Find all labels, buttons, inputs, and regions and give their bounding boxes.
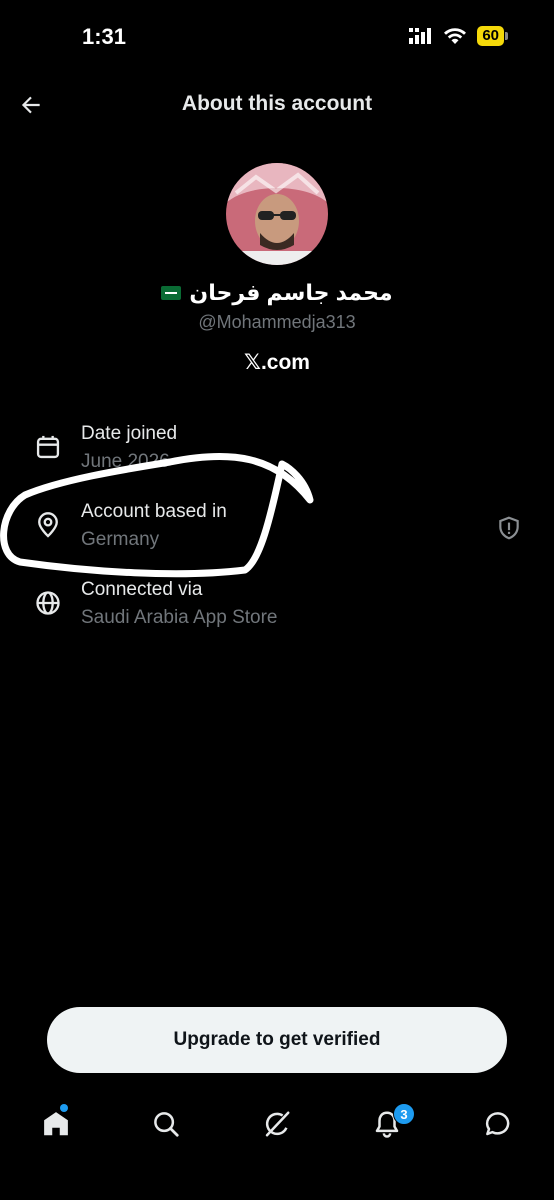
tab-messages[interactable] [480,1106,516,1142]
account-based-in-row: Account based in Germany [32,501,522,561]
notifications-badge: 3 [393,1103,415,1125]
home-unread-dot [60,1104,68,1112]
location-pin-icon [38,512,58,538]
search-icon [154,1112,179,1137]
connected-via-label: Connected via [81,579,203,600]
username-handle: @Mohammedja313 [198,312,356,332]
platform-domain: 𝕏.com [244,351,310,374]
globe-icon [36,591,60,615]
battery-indicator: 60 [477,26,508,46]
home-icon [44,1112,68,1136]
messages-icon [485,1112,510,1136]
page-title: About this account [181,92,373,115]
battery-cap [505,32,508,40]
tab-home[interactable] [38,1106,74,1142]
status-time: 1:31 [82,24,127,49]
display-name: محمد جاسم فرحان [189,280,393,305]
date-joined-value: June 2026 [81,451,170,472]
display-name-row: محمد جاسم فرحان [0,280,554,306]
shield-alert-icon[interactable] [496,515,522,541]
upgrade-verified-button[interactable]: Upgrade to get verified [47,1007,507,1073]
cellular-signal-icon [409,28,432,44]
avatar-image [226,163,328,265]
battery-level: 60 [477,26,504,46]
status-indicators: 60 [409,26,508,46]
date-joined-label: Date joined [81,423,178,444]
account-based-in-value: Germany [81,529,160,550]
calendar-icon [36,435,60,459]
grok-icon [265,1111,290,1137]
connected-via-row: Connected via Saudi Arabia App Store [32,579,522,639]
avatar[interactable] [226,163,328,265]
tab-grok[interactable] [259,1106,295,1142]
saudi-flag-icon [161,286,182,300]
tab-search[interactable] [148,1106,184,1142]
account-based-in-label: Account based in [81,501,227,522]
wifi-icon [444,28,467,44]
connected-via-value: Saudi Arabia App Store [81,607,278,628]
date-joined-row: Date joined June 2026 [32,423,522,483]
